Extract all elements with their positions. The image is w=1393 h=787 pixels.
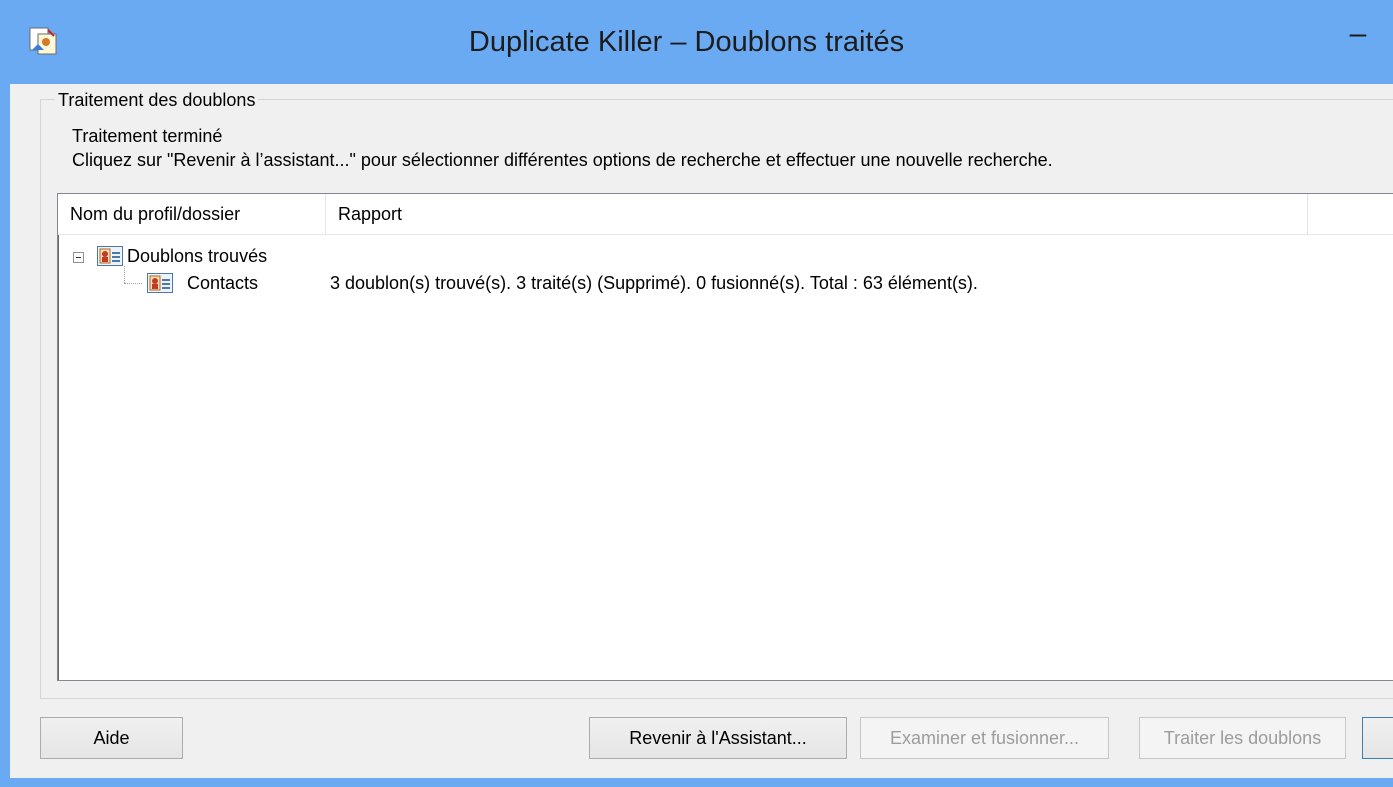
report-text: 3 doublon(s) trouvé(s). 3 traité(s) (Sup… [330,273,978,293]
finish-button[interactable] [1362,717,1393,759]
help-button[interactable]: Aide [40,717,183,759]
review-merge-button[interactable]: Examiner et fusionner... [860,717,1109,759]
tree-connector [124,266,125,283]
dialog-body: Traitement des doublons Traitement termi… [10,84,1393,778]
tree-connector [124,283,142,284]
contact-card-icon [97,246,123,266]
info-text: Traitement terminé Cliquez sur "Revenir … [72,124,1053,172]
collapse-toggle-icon[interactable] [73,252,84,263]
back-to-wizard-button[interactable]: Revenir à l'Assistant... [589,717,847,759]
column-header-report[interactable]: Rapport [326,194,1308,234]
column-header-extra[interactable] [1308,194,1393,234]
tree-item-contacts[interactable]: Contacts [187,271,258,295]
groupbox-label: Traitement des doublons [55,90,259,111]
results-list[interactable]: Nom du profil/dossier Rapport Doublons t… [57,193,1393,681]
window-title: Duplicate Killer – Doublons traités [468,26,905,58]
contact-card-icon [147,273,173,293]
process-duplicates-button[interactable]: Traiter les doublons [1139,717,1346,759]
instruction-text: Cliquez sur "Revenir à l’assistant..." p… [72,150,1053,170]
list-header: Nom du profil/dossier Rapport [58,194,1393,235]
column-header-name[interactable]: Nom du profil/dossier [58,194,326,234]
minimize-button[interactable]: – [1340,14,1376,54]
status-text: Traitement terminé [72,126,223,146]
title-bar: Duplicate Killer – Doublons traités – [0,0,1393,84]
tree-item-doublons[interactable]: Doublons trouvés [127,244,267,268]
